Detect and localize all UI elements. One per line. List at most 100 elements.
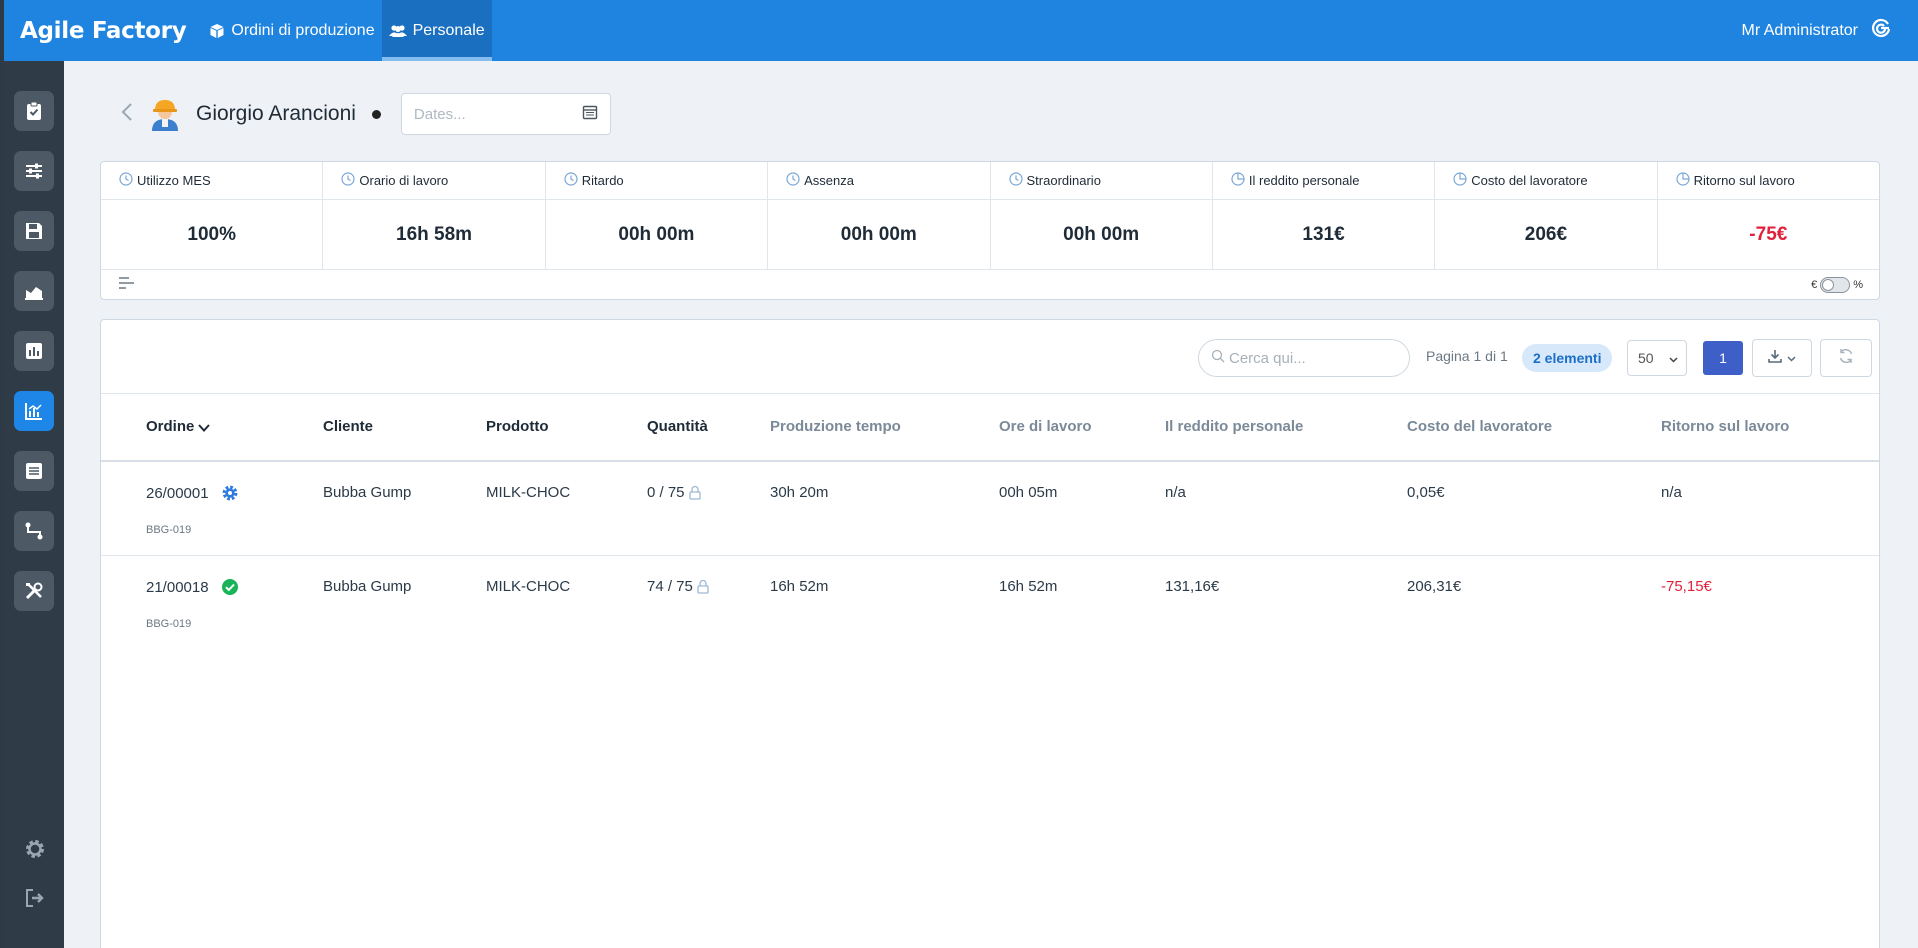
sidebar-item-tools[interactable] xyxy=(14,571,54,611)
back-button[interactable] xyxy=(114,99,140,129)
sidebar-item-logout[interactable] xyxy=(22,887,48,913)
sidebar-item-tasks[interactable] xyxy=(14,91,54,131)
align-left-icon[interactable] xyxy=(119,276,135,294)
column-header-ordine[interactable]: Ordine xyxy=(146,418,211,436)
download-button[interactable] xyxy=(1752,339,1812,377)
column-header-ore-di-lavoro[interactable]: Ore di lavoro xyxy=(999,418,1092,435)
table-toolbar: Pagina 1 di 1 2 elementi 50 1 xyxy=(101,320,1879,394)
download-icon xyxy=(1768,349,1782,368)
cliente-cell: Bubba Gump xyxy=(323,578,412,595)
lock-icon xyxy=(697,579,709,594)
refresh-icon xyxy=(1838,348,1854,369)
sort-chevron-icon[interactable] xyxy=(198,419,211,436)
kpi-value: 100% xyxy=(187,223,236,245)
chevron-down-icon xyxy=(1787,349,1796,367)
costo-cell: 0,05€ xyxy=(1407,484,1445,501)
clock-icon xyxy=(341,172,355,189)
reddito-cell: 131,16€ xyxy=(1165,578,1220,595)
kpi-label: Straordinario xyxy=(1026,173,1101,188)
pie-icon xyxy=(1676,172,1690,189)
quantita-value: 0 / 75 xyxy=(647,484,685,501)
kpi-value: -75€ xyxy=(1749,223,1788,245)
list-icon xyxy=(24,461,44,481)
sidebar xyxy=(4,61,64,948)
order-cell[interactable]: 21/00018 xyxy=(146,578,239,596)
calendar-icon[interactable] xyxy=(582,104,598,125)
order-cell[interactable]: 26/00001 xyxy=(146,484,239,502)
sidebar-item-list[interactable] xyxy=(14,451,54,491)
column-header-prodotto[interactable]: Prodotto xyxy=(486,418,548,435)
kpi-utilizzo-mes: Utilizzo MES 100% xyxy=(101,162,324,269)
refresh-button[interactable] xyxy=(1820,339,1872,377)
per-page-value: 50 xyxy=(1638,350,1654,366)
clock-icon xyxy=(119,172,133,189)
ore-cell: 16h 52m xyxy=(999,578,1058,595)
prodotto-cell: MILK-CHOC xyxy=(486,484,571,501)
column-header-cliente[interactable]: Cliente xyxy=(323,418,373,435)
gear-icon xyxy=(23,837,47,866)
sidebar-item-workflow[interactable] xyxy=(14,511,54,551)
sidebar-item-save[interactable] xyxy=(14,211,54,251)
per-page-select[interactable]: 50 xyxy=(1627,340,1687,376)
search-input[interactable] xyxy=(1229,349,1399,367)
kpi-label: Orario di lavoro xyxy=(359,173,449,188)
tab-ordini-di-produzione[interactable]: Ordini di produzione xyxy=(202,0,381,61)
table-row[interactable]: 26/00001 BBG-019 Bubba Gump MILK-CHOC 0 … xyxy=(101,462,1879,556)
search-icon xyxy=(1211,349,1225,368)
items-count-badge: 2 elementi xyxy=(1522,344,1613,372)
sidebar-item-settings[interactable] xyxy=(22,838,48,864)
prodotto-cell: MILK-CHOC xyxy=(486,578,571,595)
order-number[interactable]: 21/00018 xyxy=(146,579,209,596)
column-header-reddito-personale[interactable]: Il reddito personale xyxy=(1165,418,1303,435)
tab-personale[interactable]: Personale xyxy=(381,0,492,61)
page-button[interactable]: 1 xyxy=(1703,341,1743,375)
costo-cell: 206,31€ xyxy=(1407,578,1462,595)
kpi-reddito-personale: Il reddito personale 131€ xyxy=(1212,162,1436,269)
cliente-cell: Bubba Gump xyxy=(323,484,412,501)
clock-icon xyxy=(1008,172,1023,189)
toggle-switch[interactable] xyxy=(1820,277,1851,293)
sidebar-item-line-chart[interactable] xyxy=(14,391,54,431)
toggle-right-label: % xyxy=(1853,279,1863,291)
tab-label: Ordini di produzione xyxy=(231,21,375,39)
column-label: Ordine xyxy=(146,418,195,435)
kpi-label: Assenza xyxy=(804,173,854,188)
kpi-label: Ritardo xyxy=(581,173,624,188)
dates-input[interactable] xyxy=(413,105,574,123)
kpi-label: Utilizzo MES xyxy=(137,173,211,188)
kpi-label: Costo del lavoratore xyxy=(1471,173,1588,188)
sidebar-item-area-chart[interactable] xyxy=(14,271,54,311)
search-box[interactable] xyxy=(1198,339,1410,377)
user-menu-icon[interactable] xyxy=(1870,17,1892,44)
gear-status-icon xyxy=(221,484,239,502)
order-code: BBG-019 xyxy=(146,618,192,630)
quantita-cell: 74 / 75 xyxy=(647,578,709,595)
order-number[interactable]: 26/00001 xyxy=(146,485,209,502)
box-icon xyxy=(209,23,225,39)
clipboard-check-icon xyxy=(24,101,44,121)
top-bar: Agile Factory Ordini di produzione Perso… xyxy=(4,0,1918,61)
clock-icon xyxy=(786,172,800,189)
column-header-quantita[interactable]: Quantità xyxy=(647,418,708,435)
person-name: Giorgio Arancioni xyxy=(196,102,356,125)
column-header-ritorno-sul-lavoro[interactable]: Ritorno sul lavoro xyxy=(1661,418,1789,435)
dates-field[interactable] xyxy=(400,93,611,135)
orders-table-panel: Pagina 1 di 1 2 elementi 50 1 Ordine Cli… xyxy=(100,319,1880,948)
sidebar-item-settings-sliders[interactable] xyxy=(14,151,54,191)
tools-icon xyxy=(24,581,44,601)
user-name[interactable]: Mr Administrator xyxy=(1742,22,1858,40)
sidebar-item-bar-chart[interactable] xyxy=(14,331,54,371)
app-title[interactable]: Agile Factory xyxy=(4,0,202,61)
kpi-value: 131€ xyxy=(1302,223,1345,245)
ore-cell: 00h 05m xyxy=(999,484,1058,501)
column-header-costo-lavoratore[interactable]: Costo del lavoratore xyxy=(1407,418,1552,435)
chevron-left-icon xyxy=(121,102,133,127)
currency-percent-toggle[interactable]: € % xyxy=(1811,277,1863,293)
logout-icon xyxy=(24,887,46,914)
tab-label: Personale xyxy=(412,21,485,39)
column-header-produzione-tempo[interactable]: Produzione tempo xyxy=(770,418,901,435)
kpi-orario-di-lavoro: Orario di lavoro 16h 58m xyxy=(323,162,546,269)
workflow-icon xyxy=(24,521,44,541)
quantita-value: 74 / 75 xyxy=(647,578,693,595)
table-row[interactable]: 21/00018 BBG-019 Bubba Gump MILK-CHOC 74… xyxy=(101,556,1879,650)
